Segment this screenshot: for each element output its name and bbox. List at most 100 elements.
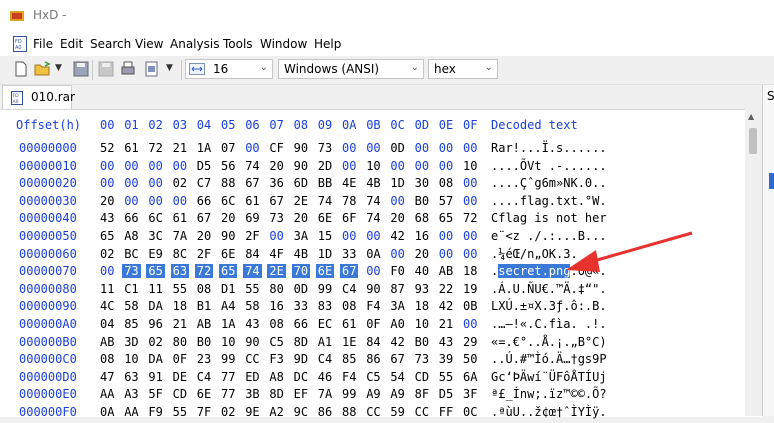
hex-byte[interactable]: 59 [390,405,404,419]
hex-byte[interactable]: 88 [221,176,235,190]
table-row[interactable]: 00000030 20 00 00 00 66 6C 61 67 2E 74 78 74 00 B0 57 00… [0,194,745,212]
hex-byte[interactable]: 7A [173,229,187,243]
hex-byte[interactable]: 00 [463,229,477,243]
hex-byte[interactable]: 42 [390,229,404,243]
hex-byte[interactable]: 99 [221,352,235,366]
hex-byte[interactable]: 39 [439,352,453,366]
hex-byte[interactable]: 73 [122,264,141,279]
hex-byte[interactable]: 00 [463,141,477,155]
hex-byte[interactable]: 5F [148,387,162,401]
hex-byte[interactable]: 43 [245,317,259,331]
decoded-text[interactable]: LXÚ.±¤X.3ƒ.ô:.B. [491,299,607,313]
hex-byte[interactable]: 08 [342,299,356,313]
hex-byte[interactable]: 67 [197,211,211,225]
hex-byte[interactable]: 55 [245,282,259,296]
hex-byte[interactable]: B0 [415,194,429,208]
hex-byte[interactable]: AA [124,405,138,419]
hex-byte[interactable]: 65 [219,264,238,279]
hex-byte[interactable]: 73 [415,352,429,366]
hex-byte[interactable]: 3A [294,229,308,243]
hex-byte[interactable]: 20 [197,229,211,243]
hex-byte[interactable]: 67 [269,194,283,208]
hex-byte[interactable]: 84 [245,247,259,261]
hex-byte[interactable]: 6C [148,211,162,225]
hex-byte[interactable]: CC [245,352,259,366]
hex-byte[interactable]: CD [415,370,429,384]
save-disabled-icon[interactable] [97,60,115,78]
table-row[interactable]: 00000040 43 66 6C 61 67 20 69 73 20 6E 6F 74 20 68 65 72… [0,211,745,229]
hex-byte[interactable]: 00 [439,229,453,243]
hex-byte[interactable]: 67 [390,352,404,366]
hex-byte[interactable]: D1 [221,282,235,296]
hex-byte[interactable]: 63 [124,370,138,384]
hex-byte[interactable]: 91 [148,370,162,384]
hex-byte[interactable]: 00 [439,159,453,173]
hex-byte[interactable]: 46 [318,370,332,384]
table-row[interactable]: 00000070 00 73 65 63 72 65 74 2E 70 6E 67 00 F0 40 AB 18… [0,264,745,282]
hex-byte[interactable]: 66 [294,317,308,331]
hex-byte[interactable]: 6C [221,194,235,208]
hex-byte[interactable]: 84 [366,335,380,349]
decoded-text[interactable]: .secret.png.ð@«. [491,264,607,279]
table-row[interactable]: 000000D0 47 63 91 DE C4 77 ED A8 DC 46 F4 C5 54 CD 55 6A… [0,370,745,388]
decoded-text[interactable]: «=.€°..Å.¡.„B°C) [491,335,607,349]
hex-byte[interactable]: 52 [100,141,114,155]
hex-byte[interactable]: 21 [173,317,187,331]
hex-byte[interactable]: 68 [415,211,429,225]
hex-byte[interactable]: 00 [390,159,404,173]
page-icon[interactable] [143,60,161,78]
hex-byte[interactable]: 9D [294,352,308,366]
hex-byte[interactable]: 00 [463,176,477,190]
hex-byte[interactable]: 3C [148,229,162,243]
hex-byte[interactable]: 0B [463,299,477,313]
table-row[interactable]: 000000E0 AA A3 5F CD 6E 77 3B 8D EF 7A 99 A9 A9 8F D5 3F… [0,387,745,405]
decoded-text[interactable]: .Á.U.ÑU€.™Ä.‡“". [491,282,607,296]
vertical-scrollbar[interactable] [745,109,762,416]
hex-byte[interactable]: 04 [100,317,114,331]
hex-byte[interactable]: 18 [173,299,187,313]
hex-byte[interactable]: 20 [294,211,308,225]
table-row[interactable]: 00000000 52 61 72 21 1A 07 00 CF 90 73 00 00 0D 00 00 00… [0,141,745,159]
hex-byte[interactable]: 42 [390,335,404,349]
decoded-text[interactable]: Rar!...Ï.s...... [491,141,607,155]
hex-byte[interactable]: 74 [318,194,332,208]
menu-analysis[interactable]: Analysis [170,37,219,51]
hex-byte[interactable]: 6D [294,176,308,190]
hex-byte[interactable]: 3A [390,299,404,313]
hex-byte[interactable]: BC [124,247,138,261]
hex-byte[interactable]: 73 [269,211,283,225]
hex-byte[interactable]: 90 [294,159,308,173]
hex-byte[interactable]: 02 [221,405,235,419]
hex-byte[interactable]: 8F [415,387,429,401]
hex-byte[interactable]: A0 [390,317,404,331]
hex-byte[interactable]: 72 [148,141,162,155]
hex-byte[interactable]: 6E [221,247,235,261]
hex-byte[interactable]: DE [173,370,187,384]
hxd-menu-icon[interactable]: FD A0 [13,36,27,52]
hex-byte[interactable]: B0 [415,335,429,349]
hex-byte[interactable]: 65 [439,211,453,225]
hex-byte[interactable]: 61 [173,211,187,225]
decoded-text[interactable]: .ªùU..ž¢œ†ˆÌYÌÿ. [491,405,607,419]
table-row[interactable]: 00000060 02 BC E9 8C 2F 6E 84 4F 4B 1D 33 0A 00 20 00 00… [0,247,745,265]
hex-byte[interactable]: 90 [221,229,235,243]
hex-byte[interactable]: 02 [173,176,187,190]
hex-byte[interactable]: 16 [269,299,283,313]
hex-byte[interactable]: 20 [100,194,114,208]
hex-byte[interactable]: 80 [173,335,187,349]
hex-byte[interactable]: AB [197,317,211,331]
hex-byte[interactable]: D5 [197,159,211,173]
hex-byte[interactable]: 02 [100,247,114,261]
hex-byte[interactable]: 54 [390,370,404,384]
hex-byte[interactable]: 20 [221,211,235,225]
hex-byte[interactable]: 9E [245,405,259,419]
offset-base-select[interactable]: hex ⌄ [428,59,498,79]
hex-byte[interactable]: 00 [390,194,404,208]
hex-byte[interactable]: 3F [463,387,477,401]
hex-byte[interactable]: 00 [390,247,404,261]
hex-byte[interactable]: 50 [463,352,477,366]
hex-byte[interactable]: 00 [124,159,138,173]
hex-byte[interactable]: 4B [294,247,308,261]
hex-byte[interactable]: CC [415,405,429,419]
hex-byte[interactable]: A8 [269,370,283,384]
